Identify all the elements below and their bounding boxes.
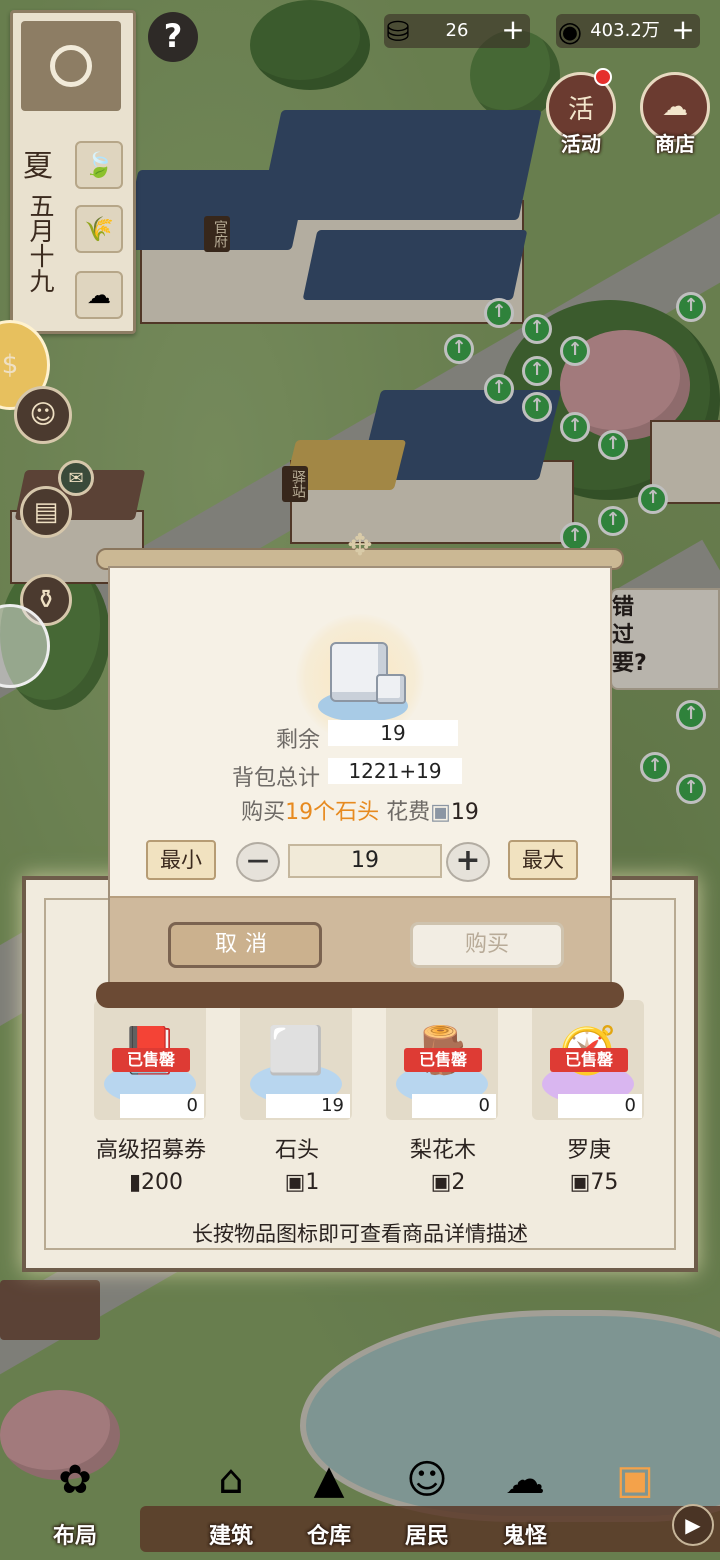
- resource-value: 403.2万: [590, 20, 660, 41]
- stone-currency-icon: ▣: [430, 1170, 452, 1195]
- nav-residents[interactable]: ☺ 居民: [382, 1450, 472, 1550]
- lantern-icon: ▣: [616, 1457, 654, 1503]
- sun-weather-icon: [21, 21, 121, 111]
- shop-tip-text: 长按物品图标即可查看商品详情描述: [192, 1222, 528, 1246]
- nav-label: 仓库: [306, 1524, 351, 1549]
- nav-building[interactable]: ⌂ 建筑: [186, 1450, 276, 1550]
- purchase-dialog: 剩余 19 背包总计 1221+19 购买19个石头 花费▣19 最小 — 19…: [108, 566, 612, 986]
- warehouse-icon: ▲: [313, 1457, 345, 1503]
- nav-label: 鬼怪: [502, 1524, 547, 1549]
- resource-coin: ◉ 403.2万 +: [556, 14, 700, 48]
- item-slot[interactable]: 🧭 已售罄 0: [532, 1000, 644, 1120]
- season-panel: 夏 五月十九 🍃 🌾 ☁: [10, 10, 136, 334]
- item-count: 0: [120, 1094, 204, 1118]
- chat-icon[interactable]: ✉: [58, 460, 94, 496]
- item-name: 高级招募券: [95, 1138, 206, 1163]
- item-price: ▣1: [284, 1170, 320, 1195]
- add-silver-button[interactable]: +: [498, 16, 528, 46]
- shop-label[interactable]: 商店: [630, 128, 720, 157]
- sold-out-badge: 已售罄: [550, 1048, 628, 1072]
- item-count: 0: [558, 1094, 642, 1118]
- purchase-quantity: 19个: [285, 800, 336, 825]
- nav-label: 居民: [404, 1524, 449, 1549]
- item-name: 梨花木: [409, 1138, 476, 1163]
- sold-out-badge: 已售罄: [404, 1048, 482, 1072]
- item-name: 石头: [274, 1138, 319, 1163]
- cancel-button[interactable]: 取消: [168, 922, 322, 968]
- resource-value: 26: [445, 20, 469, 41]
- stone-currency-icon: ▣: [430, 800, 451, 825]
- book-button[interactable]: ▤: [20, 486, 72, 538]
- ghost-icon: ☁: [505, 1457, 545, 1503]
- nav-warehouse[interactable]: ▲ 仓库: [284, 1450, 374, 1550]
- nav-layout[interactable]: ✿ 布局: [30, 1450, 120, 1550]
- item-name: 罗庚: [566, 1138, 611, 1163]
- item-slot[interactable]: 🪵 已售罄 0: [386, 1000, 498, 1120]
- bag-total-label: 背包总计: [231, 766, 320, 791]
- remaining-label: 剩余: [275, 728, 320, 753]
- add-coin-button[interactable]: +: [668, 16, 698, 46]
- nav-label: 建筑: [208, 1524, 253, 1549]
- purchase-item: 石头: [335, 800, 380, 825]
- character-button[interactable]: ☺: [14, 386, 72, 444]
- item-count: 19: [266, 1094, 350, 1118]
- notification-dot: [594, 68, 612, 86]
- nav-ghosts[interactable]: ☁ 鬼怪: [480, 1450, 570, 1550]
- increase-button[interactable]: +: [446, 842, 490, 882]
- purchase-cost: 19: [450, 800, 479, 825]
- activity-scroll-icon: 活: [567, 94, 594, 125]
- lantern-decoration: ▣: [590, 1450, 680, 1550]
- purchase-summary: 购买19个石头 花费▣19: [241, 800, 479, 825]
- ribbon-knot-icon: ✥: [347, 528, 373, 563]
- copper-coin-icon: ◉: [557, 14, 583, 48]
- quantity-input[interactable]: 19: [288, 844, 442, 878]
- wheat-icon: 🌾: [75, 205, 123, 253]
- scroll-rod-bottom: [96, 982, 624, 1008]
- layout-icon: ✿: [58, 1457, 92, 1503]
- sold-out-badge: 已售罄: [112, 1048, 190, 1072]
- bottom-nav: ✿ 布局 ⌂ 建筑 ▲ 仓库 ☺ 居民 ☁ 鬼怪 ▣ ▶: [0, 1440, 720, 1560]
- resource-silver: ⛁ 26 +: [384, 14, 530, 48]
- min-quantity-button[interactable]: 最小: [146, 840, 216, 880]
- currency-ticket-icon: ▮: [128, 1170, 142, 1195]
- item-price: ▣75: [569, 1170, 619, 1195]
- item-price: ▮200: [128, 1170, 184, 1195]
- stone-icon: ⬜: [267, 1022, 325, 1077]
- item-slot[interactable]: 📕 已售罄 0: [94, 1000, 206, 1120]
- max-quantity-button[interactable]: 最大: [508, 840, 578, 880]
- leaf-icon: 🍃: [75, 141, 123, 189]
- silver-ingot-icon: ⛁: [386, 14, 410, 48]
- cloud-icon: ☁: [75, 271, 123, 319]
- season-label: 夏: [23, 149, 53, 184]
- building-icon: ⌂: [218, 1457, 244, 1503]
- nav-label: 布局: [52, 1524, 97, 1549]
- stone-icon: [376, 674, 406, 704]
- stone-currency-icon: ▣: [569, 1170, 591, 1195]
- stone-currency-icon: ▣: [284, 1170, 306, 1195]
- activity-label[interactable]: 活动: [536, 128, 626, 157]
- bag-total-value: 1221+19: [328, 758, 462, 784]
- shop-icon: ☁: [662, 92, 688, 122]
- item-count: 0: [412, 1094, 496, 1118]
- remaining-value: 19: [328, 720, 458, 746]
- help-button[interactable]: ?: [148, 12, 198, 62]
- buy-button[interactable]: 购买: [410, 922, 564, 968]
- decrease-button[interactable]: —: [236, 842, 280, 882]
- item-price: ▣2: [430, 1170, 466, 1195]
- expand-nav-button[interactable]: ▶: [672, 1504, 714, 1546]
- item-slot[interactable]: ⬜ 19: [240, 1000, 352, 1120]
- date-label: 五月十九: [26, 193, 55, 293]
- residents-icon: ☺: [406, 1457, 448, 1503]
